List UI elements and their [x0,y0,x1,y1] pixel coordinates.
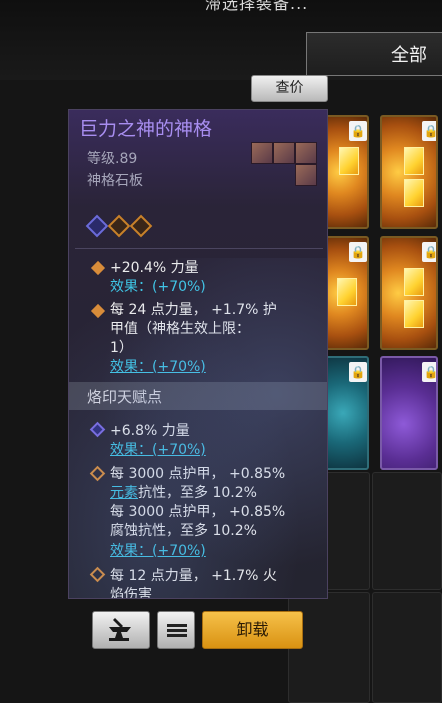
talent-text-line: 抗性，至多 10.2% [138,485,257,501]
grid-slot[interactable]: 🔒 [380,236,438,350]
grid-slot[interactable]: 🔒 [325,356,369,470]
socket-orange-icon [107,214,131,238]
item-title: 巨力之神的神格 [79,118,213,140]
header-partial-text: 滞选择装备... [205,0,309,13]
item-type: 神格石板 [87,173,143,189]
gem-icon [404,268,424,296]
talent-text-line: 腐蚀抗性，至多 10.2% [110,523,257,539]
gem-icon [339,147,359,175]
grid-slot[interactable]: 🔒 [325,236,369,350]
talent-text-line-with-link: 元素抗性，至多 10.2% [110,482,257,502]
stat-effect: 效果：(+70%) [110,279,206,295]
item-tooltip: 巨力之神的神格 等级.89 神格石板 +20.4% 力量 效果：(+70%) 每… [68,109,328,599]
menu-button[interactable] [157,611,195,649]
item-shape-thumbnail [251,142,317,188]
lock-icon: 🔒 [349,362,367,382]
talent-effect[interactable]: 效果：(+70%) [110,439,206,459]
talent-effect[interactable]: 效果：(+70%) [110,540,206,560]
grid-slot-empty[interactable] [372,472,442,590]
bullet-blue-icon [89,421,106,438]
talent-text-line: 每 3000 点护甲， +0.85% [110,466,286,482]
unequip-button[interactable]: 卸载 [202,611,303,649]
gem-icon [404,179,424,207]
grid-slot[interactable]: 🔒 [380,356,438,470]
bullet-outline-icon [89,465,106,482]
filter-label: 全部 [391,45,427,66]
menu-icon-line [167,634,187,637]
gem-icon [337,278,357,306]
lock-icon: 🔒 [349,121,367,141]
bullet-icon [90,260,106,276]
lock-icon: 🔒 [422,121,436,141]
anvil-button[interactable] [92,611,150,649]
talent-text: +6.8% 力量 [110,423,190,439]
stat-text: +20.4% 力量 [110,260,199,276]
talent-text-line: 焰伤害 [110,587,152,599]
bullet-outline-icon [89,566,106,583]
grid-slot-empty[interactable] [372,592,442,703]
stat-text-line: 每 24 点力量， +1.7% 护 [110,302,277,318]
price-check-button[interactable]: 查价 [251,75,328,102]
grid-slot[interactable]: 🔒 [380,115,438,229]
socket-orange-icon [129,214,153,238]
socket-blue-icon [85,214,109,238]
section-header: 烙印天赋点 [69,382,327,410]
stat-text-line: 甲值（神格生效上限： [110,321,250,337]
gem-icon [404,147,424,175]
divider [75,248,323,249]
lock-icon: 🔒 [349,242,367,262]
talent-text-line: 每 3000 点护甲， +0.85% [110,504,286,520]
item-level: 等级.89 [87,151,138,167]
stat-effect[interactable]: 效果：(+70%) [110,356,206,376]
bullet-icon [90,303,106,319]
anvil-icon [109,618,131,641]
lock-icon: 🔒 [422,242,436,262]
gem-icon [404,300,424,328]
lock-icon: 🔒 [422,362,436,382]
section-title: 烙印天赋点 [87,388,163,406]
grid-slot[interactable]: 🔒 [325,115,369,229]
menu-icon [167,624,187,627]
talent-text-line: 每 12 点力量， +1.7% 火 [110,568,277,584]
menu-icon-line [167,629,187,632]
element-link[interactable]: 元素 [110,485,138,501]
filter-dropdown[interactable]: 全部 [306,32,442,76]
stat-text-line: 1） [110,340,133,356]
